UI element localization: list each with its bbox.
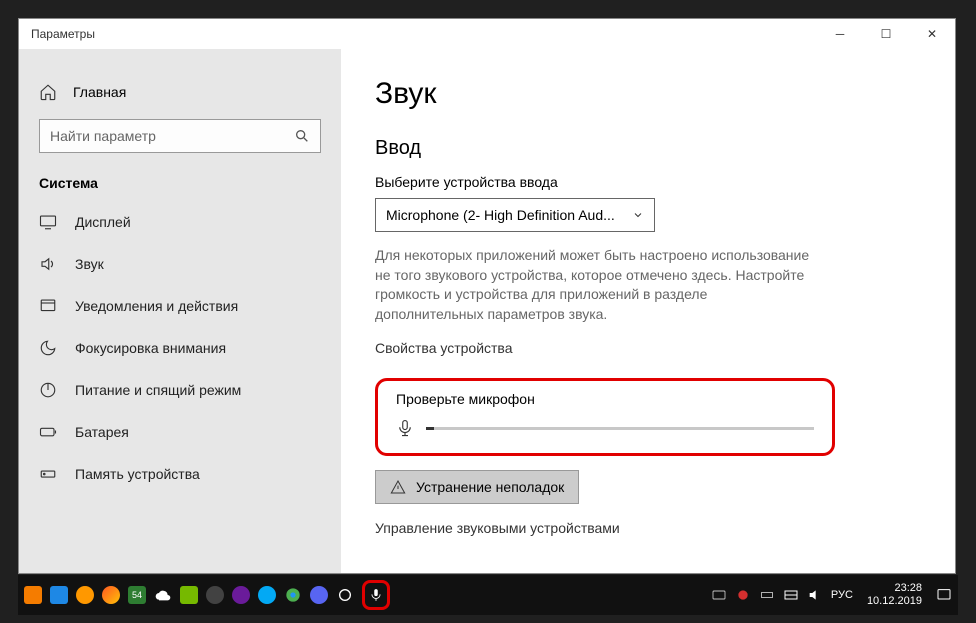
device-properties-link[interactable]: Свойства устройства (375, 340, 921, 356)
select-value: Microphone (2- High Definition Aud... (386, 207, 615, 223)
sidebar-item-label: Батарея (75, 424, 129, 440)
taskbar-left: 54 (24, 580, 390, 610)
microphone-icon (369, 586, 383, 604)
sidebar-item-display[interactable]: Дисплей (19, 201, 341, 243)
notification-icon (39, 297, 57, 315)
tray-icon[interactable] (759, 587, 775, 603)
minimize-button[interactable]: ─ (817, 19, 863, 49)
mic-level-meter (426, 427, 814, 430)
volume-icon[interactable] (807, 587, 823, 603)
sidebar-item-label: Уведомления и действия (75, 298, 238, 314)
chevron-down-icon (632, 209, 644, 221)
window-title: Параметры (31, 27, 95, 41)
sidebar-item-label: Питание и спящий режим (75, 382, 241, 398)
input-heading: Ввод (375, 137, 921, 160)
power-icon (39, 381, 57, 399)
storage-icon (39, 465, 57, 483)
troubleshoot-button[interactable]: Устранение неполадок (375, 470, 579, 504)
sidebar-item-label: Фокусировка внимания (75, 340, 226, 356)
sidebar-item-sound[interactable]: Звук (19, 243, 341, 285)
discord-icon[interactable] (310, 586, 328, 604)
action-center-icon[interactable] (936, 587, 952, 603)
input-description: Для некоторых приложений может быть наст… (375, 246, 815, 324)
display-icon (39, 213, 57, 231)
tray-icon[interactable] (735, 587, 751, 603)
sidebar-item-label: Звук (75, 256, 104, 272)
home-icon (39, 83, 57, 101)
taskbar-app-icon[interactable] (50, 586, 68, 604)
input-device-select[interactable]: Microphone (2- High Definition Aud... (375, 198, 655, 232)
sidebar-section: Система (19, 175, 341, 201)
home-label: Главная (73, 84, 126, 100)
time: 23:28 (867, 582, 922, 595)
page-title: Звук (375, 77, 921, 111)
sidebar-item-power[interactable]: Питание и спящий режим (19, 369, 341, 411)
taskbar-app-icon[interactable] (24, 586, 42, 604)
battery-icon (39, 423, 57, 441)
taskbar: 54 РУС 23:28 10.12.2019 (18, 575, 958, 615)
sidebar-item-label: Дисплей (75, 214, 131, 230)
search-input[interactable]: Найти параметр (39, 119, 321, 153)
chrome-icon[interactable] (284, 586, 302, 604)
home-link[interactable]: Главная (19, 77, 341, 119)
sound-icon (39, 255, 57, 273)
network-icon[interactable] (783, 587, 799, 603)
sidebar-item-notifications[interactable]: Уведомления и действия (19, 285, 341, 327)
taskbar-app-icon[interactable] (102, 586, 120, 604)
manage-devices-link[interactable]: Управление звуковыми устройствами (375, 520, 921, 536)
microphone-icon (396, 417, 414, 439)
sidebar-item-battery[interactable]: Батарея (19, 411, 341, 453)
warning-icon (390, 479, 406, 495)
taskbar-app-icon[interactable] (232, 586, 250, 604)
mic-test-label: Проверьте микрофон (396, 391, 814, 407)
close-button[interactable]: ✕ (909, 19, 955, 49)
sidebar-item-storage[interactable]: Память устройства (19, 453, 341, 495)
moon-icon (39, 339, 57, 357)
date: 10.12.2019 (867, 595, 922, 608)
taskbar-right: РУС 23:28 10.12.2019 (711, 582, 952, 608)
select-label: Выберите устройства ввода (375, 174, 921, 190)
taskbar-app-icon[interactable] (258, 586, 276, 604)
taskbar-microphone-highlight[interactable] (362, 580, 390, 610)
language-indicator[interactable]: РУС (831, 589, 853, 601)
sidebar-item-focus[interactable]: Фокусировка внимания (19, 327, 341, 369)
taskbar-app-icon[interactable] (76, 586, 94, 604)
clock[interactable]: 23:28 10.12.2019 (867, 582, 922, 608)
search-icon (294, 128, 310, 144)
search-placeholder: Найти параметр (50, 128, 156, 144)
taskbar-app-icon[interactable] (336, 586, 354, 604)
taskbar-app-icon[interactable]: 54 (128, 586, 146, 604)
troubleshoot-label: Устранение неполадок (416, 479, 564, 495)
mic-test-section: Проверьте микрофон (375, 378, 835, 456)
cloud-icon[interactable] (154, 586, 172, 604)
taskbar-app-icon[interactable] (180, 586, 198, 604)
maximize-button[interactable]: ☐ (863, 19, 909, 49)
sidebar-item-label: Память устройства (75, 466, 200, 482)
tray-icon[interactable] (711, 587, 727, 603)
taskbar-app-icon[interactable] (206, 586, 224, 604)
